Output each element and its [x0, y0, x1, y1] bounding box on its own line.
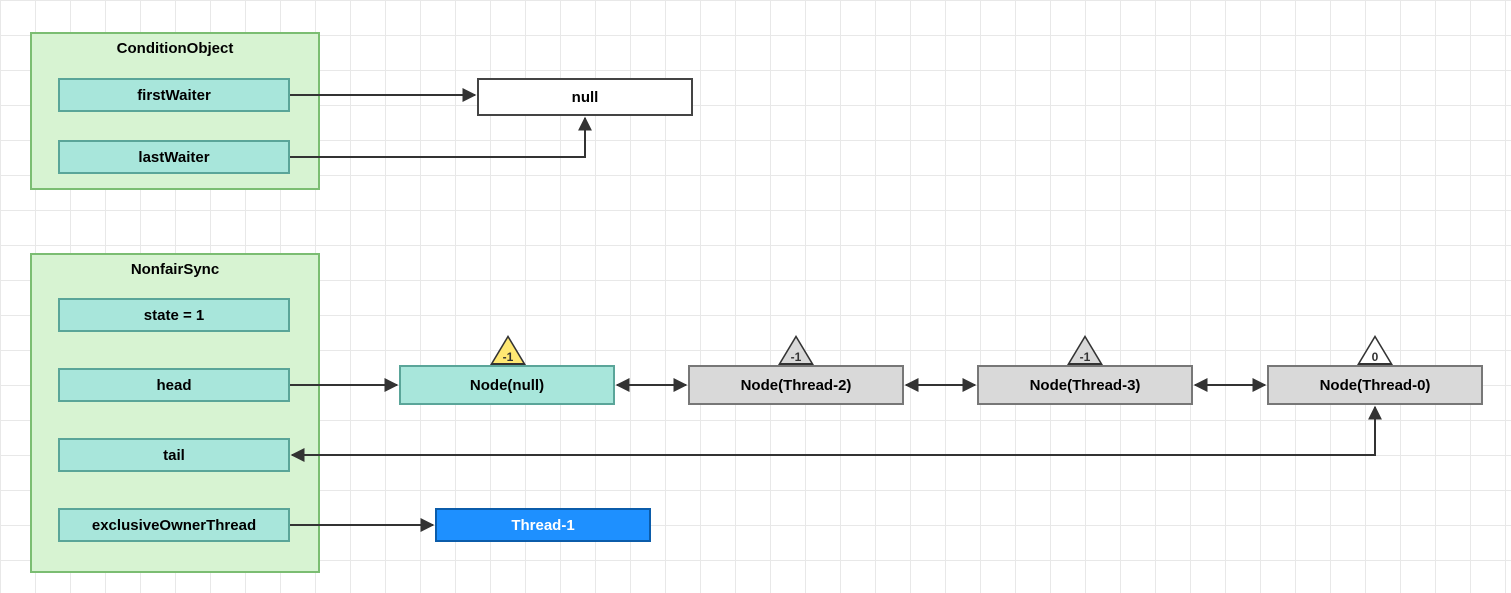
queue-node-1: Node(Thread-2) [688, 365, 904, 405]
queue-node-0: Node(null) [399, 365, 615, 405]
queue-node-0-label: Node(null) [470, 377, 544, 394]
nonfair-sync-title: NonfairSync [32, 261, 318, 278]
state-field: state = 1 [58, 298, 290, 332]
tail-label: tail [163, 447, 185, 464]
queue-node-3-label: Node(Thread-0) [1320, 377, 1431, 394]
null-box: null [477, 78, 693, 116]
last-waiter-label: lastWaiter [138, 149, 209, 166]
queue-node-0-waitstatus: -1 [503, 350, 514, 364]
last-waiter-field: lastWaiter [58, 140, 290, 174]
condition-object-title: ConditionObject [32, 40, 318, 57]
first-waiter-field: firstWaiter [58, 78, 290, 112]
queue-node-2-waitstatus: -1 [1080, 350, 1091, 364]
null-label: null [572, 89, 599, 106]
owner-thread-label: Thread-1 [511, 517, 574, 534]
first-waiter-label: firstWaiter [137, 87, 211, 104]
queue-node-1-label: Node(Thread-2) [741, 377, 852, 394]
queue-node-2-label: Node(Thread-3) [1030, 377, 1141, 394]
queue-node-2: Node(Thread-3) [977, 365, 1193, 405]
queue-node-3: Node(Thread-0) [1267, 365, 1483, 405]
owner-thread-box: Thread-1 [435, 508, 651, 542]
tail-field: tail [58, 438, 290, 472]
exclusive-owner-thread-label: exclusiveOwnerThread [92, 517, 256, 534]
exclusive-owner-thread-field: exclusiveOwnerThread [58, 508, 290, 542]
state-label: state = 1 [144, 307, 204, 324]
head-field: head [58, 368, 290, 402]
head-label: head [156, 377, 191, 394]
queue-node-1-waitstatus: -1 [791, 350, 802, 364]
queue-node-3-waitstatus: 0 [1372, 350, 1379, 364]
